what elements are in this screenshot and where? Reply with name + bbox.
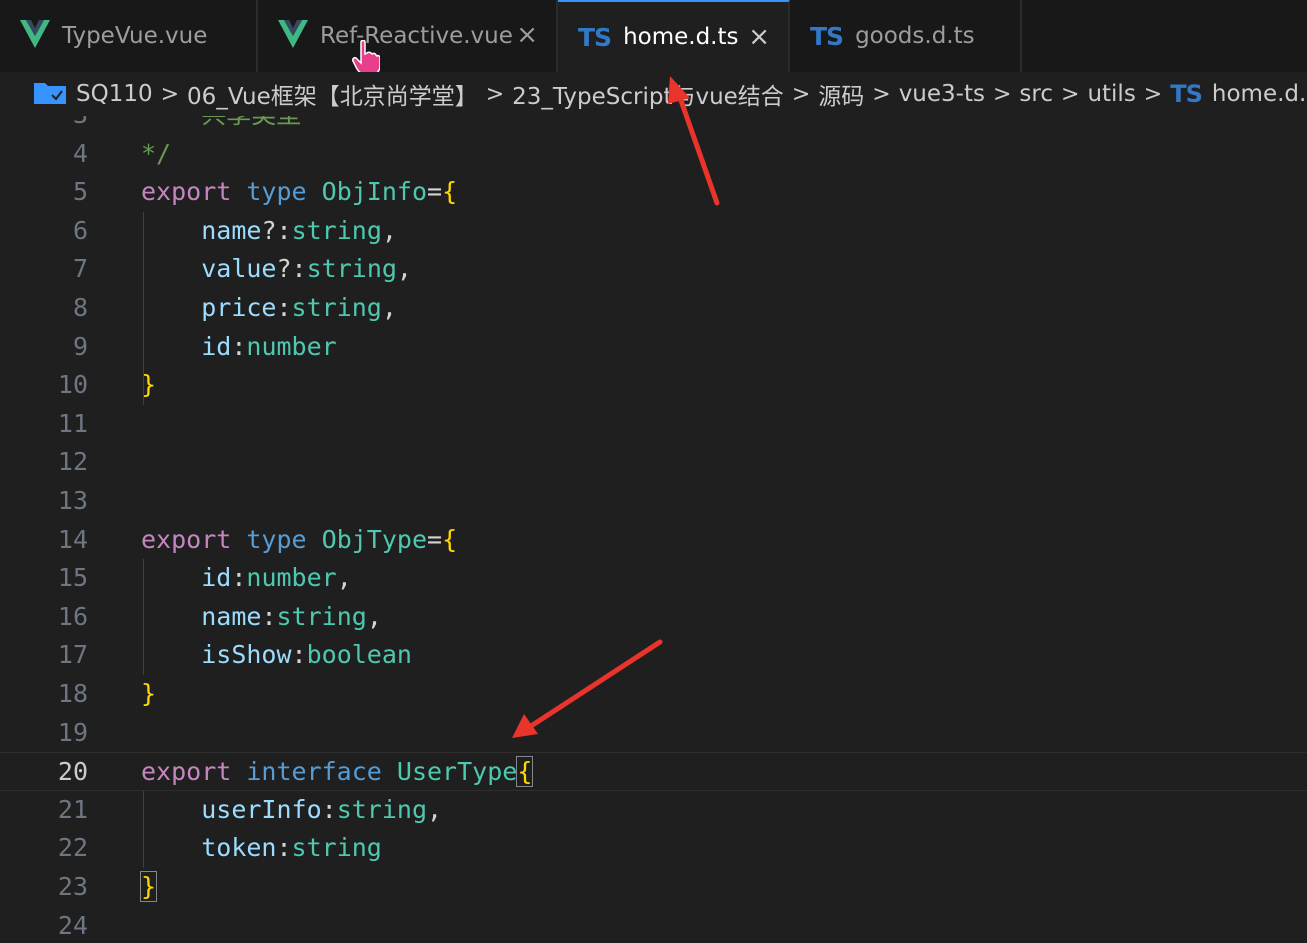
line-number: 6 bbox=[72, 215, 88, 245]
indent-guide bbox=[143, 211, 144, 405]
tab-bar-empty-space bbox=[1022, 0, 1307, 72]
code-line[interactable]: 11 bbox=[0, 405, 1307, 444]
tab-label: home.d.ts bbox=[623, 24, 739, 50]
code-text: } bbox=[141, 679, 157, 708]
code-text: userInfo:string, bbox=[201, 794, 443, 824]
tab-label: TypeVue.vue bbox=[62, 23, 208, 49]
close-icon[interactable]: × bbox=[516, 20, 538, 50]
code-line[interactable]: 7 value?:string, bbox=[0, 250, 1307, 289]
ts-icon: TS bbox=[810, 21, 844, 51]
line-number: 11 bbox=[57, 408, 88, 438]
code-line[interactable]: 5 export type ObjInfo={ bbox=[0, 173, 1307, 212]
code-line[interactable]: 21 userInfo:string, bbox=[0, 791, 1307, 830]
line-number: 19 bbox=[57, 717, 88, 747]
line-number: 16 bbox=[57, 601, 88, 631]
breadcrumb-item-vue3-ts[interactable]: vue3-ts bbox=[899, 81, 985, 107]
indent-guide bbox=[143, 790, 144, 868]
line-number: 5 bbox=[72, 177, 88, 207]
tab-typevue[interactable]: TypeVue.vue bbox=[0, 0, 258, 72]
tab-goods-d-ts[interactable]: TS goods.d.ts bbox=[790, 0, 1022, 72]
line-number: 8 bbox=[72, 293, 88, 322]
ts-icon: TS bbox=[1170, 80, 1203, 108]
code-line[interactable]: 22 token:string bbox=[0, 829, 1307, 868]
code-text: value?:string, bbox=[201, 254, 412, 284]
indent-guide bbox=[143, 559, 144, 675]
code-line[interactable]: 19 bbox=[0, 714, 1307, 753]
line-number: 7 bbox=[72, 254, 88, 284]
code-line[interactable]: 6 name?:string, bbox=[0, 212, 1307, 251]
code-line[interactable]: 23} bbox=[0, 868, 1307, 907]
code-line[interactable]: 9 id:number bbox=[0, 328, 1307, 367]
code-text: export type ObjType={ bbox=[141, 524, 458, 554]
folder-icon bbox=[34, 80, 66, 108]
line-number: 23 bbox=[57, 872, 88, 901]
code-line[interactable]: 24 bbox=[0, 907, 1307, 943]
line-number: 4 bbox=[72, 138, 88, 168]
chevron-right-icon: > bbox=[1143, 81, 1163, 107]
line-number: 21 bbox=[57, 794, 88, 824]
breadcrumb-item-src[interactable]: src bbox=[1019, 81, 1053, 107]
line-number: 22 bbox=[57, 833, 88, 863]
line-number: 13 bbox=[57, 486, 88, 515]
line-number: 9 bbox=[72, 331, 88, 361]
code-text: export type ObjInfo={ bbox=[141, 177, 458, 207]
line-number: 12 bbox=[57, 447, 88, 477]
close-icon[interactable]: × bbox=[748, 22, 770, 52]
chevron-right-icon: > bbox=[791, 81, 811, 107]
code-text: id:number bbox=[201, 331, 337, 361]
code-line[interactable]: 8 price:string, bbox=[0, 289, 1307, 328]
line-number: 15 bbox=[57, 563, 88, 593]
line-number: 10 bbox=[57, 370, 88, 400]
editor-tab-bar: TypeVue.vue Ref-Reactive.vue × TS home.d… bbox=[0, 0, 1307, 72]
code-line[interactable]: 13 bbox=[0, 482, 1307, 521]
line-number: 24 bbox=[57, 910, 88, 940]
code-line[interactable]: 12 bbox=[0, 443, 1307, 482]
code-text: id:number, bbox=[201, 563, 352, 593]
code-line[interactable]: 15 id:number, bbox=[0, 559, 1307, 598]
tab-ref-reactive[interactable]: Ref-Reactive.vue × bbox=[258, 0, 558, 72]
tab-label: goods.d.ts bbox=[855, 23, 975, 49]
chevron-right-icon: > bbox=[160, 81, 180, 107]
chevron-right-icon: > bbox=[485, 81, 505, 107]
code-editor[interactable]: 3 共享类型 4 */ 5 export type ObjInfo={ 6 name?:s… bbox=[0, 116, 1307, 943]
line-number: 3 bbox=[0, 116, 88, 135]
breadcrumb-item-typescript-vue[interactable]: 23_TypeScript与vue结合 bbox=[512, 77, 784, 111]
line-number: 17 bbox=[57, 640, 88, 670]
code-text: name:string, bbox=[201, 601, 382, 631]
code-text: isShow:boolean bbox=[201, 640, 412, 670]
vue-icon bbox=[278, 20, 308, 52]
chevron-right-icon: > bbox=[1061, 81, 1080, 107]
code-line[interactable]: 3 共享类型 bbox=[0, 116, 1307, 135]
breadcrumb-item-source[interactable]: 源码 bbox=[818, 77, 864, 111]
line-number: 14 bbox=[57, 524, 88, 554]
code-text: export interface UserType{ bbox=[141, 756, 534, 788]
tab-home-d-ts[interactable]: TS home.d.ts × bbox=[558, 0, 790, 72]
line-number: 18 bbox=[57, 679, 88, 708]
code-text: */ bbox=[141, 138, 172, 168]
code-line[interactable]: 18} bbox=[0, 675, 1307, 714]
code-line[interactable]: 10} bbox=[0, 366, 1307, 405]
ts-icon: TS bbox=[578, 22, 612, 52]
code-line[interactable]: 14 export type ObjType={ bbox=[0, 521, 1307, 560]
code-text: name?:string, bbox=[201, 215, 397, 245]
code-line[interactable]: 4 */ bbox=[0, 135, 1307, 174]
code-text: token:string bbox=[201, 833, 382, 863]
chevron-right-icon: > bbox=[872, 81, 891, 107]
code-text: price:string, bbox=[201, 293, 397, 322]
code-text: } bbox=[139, 871, 158, 902]
vue-icon bbox=[20, 20, 50, 52]
breadcrumb-item-utils[interactable]: utils bbox=[1087, 81, 1135, 107]
breadcrumb-item-vue-framework[interactable]: 06_Vue框架【北京尚学堂】 bbox=[187, 77, 478, 111]
code-line[interactable]: 17 isShow:boolean bbox=[0, 636, 1307, 675]
line-number: 20 bbox=[57, 757, 88, 787]
code-text: 共享类型 bbox=[141, 116, 301, 135]
breadcrumb-item-file[interactable]: home.d.ts bbox=[1212, 81, 1307, 107]
code-line[interactable]: 20 export interface UserType{ bbox=[0, 752, 1307, 791]
breadcrumb: SQ110 > 06_Vue框架【北京尚学堂】 > 23_TypeScript与… bbox=[0, 72, 1307, 116]
breadcrumb-item-sq110[interactable]: SQ110 bbox=[76, 81, 153, 107]
code-line[interactable]: 16 name:string, bbox=[0, 598, 1307, 637]
tab-label: Ref-Reactive.vue bbox=[320, 23, 513, 49]
chevron-right-icon: > bbox=[992, 81, 1012, 107]
